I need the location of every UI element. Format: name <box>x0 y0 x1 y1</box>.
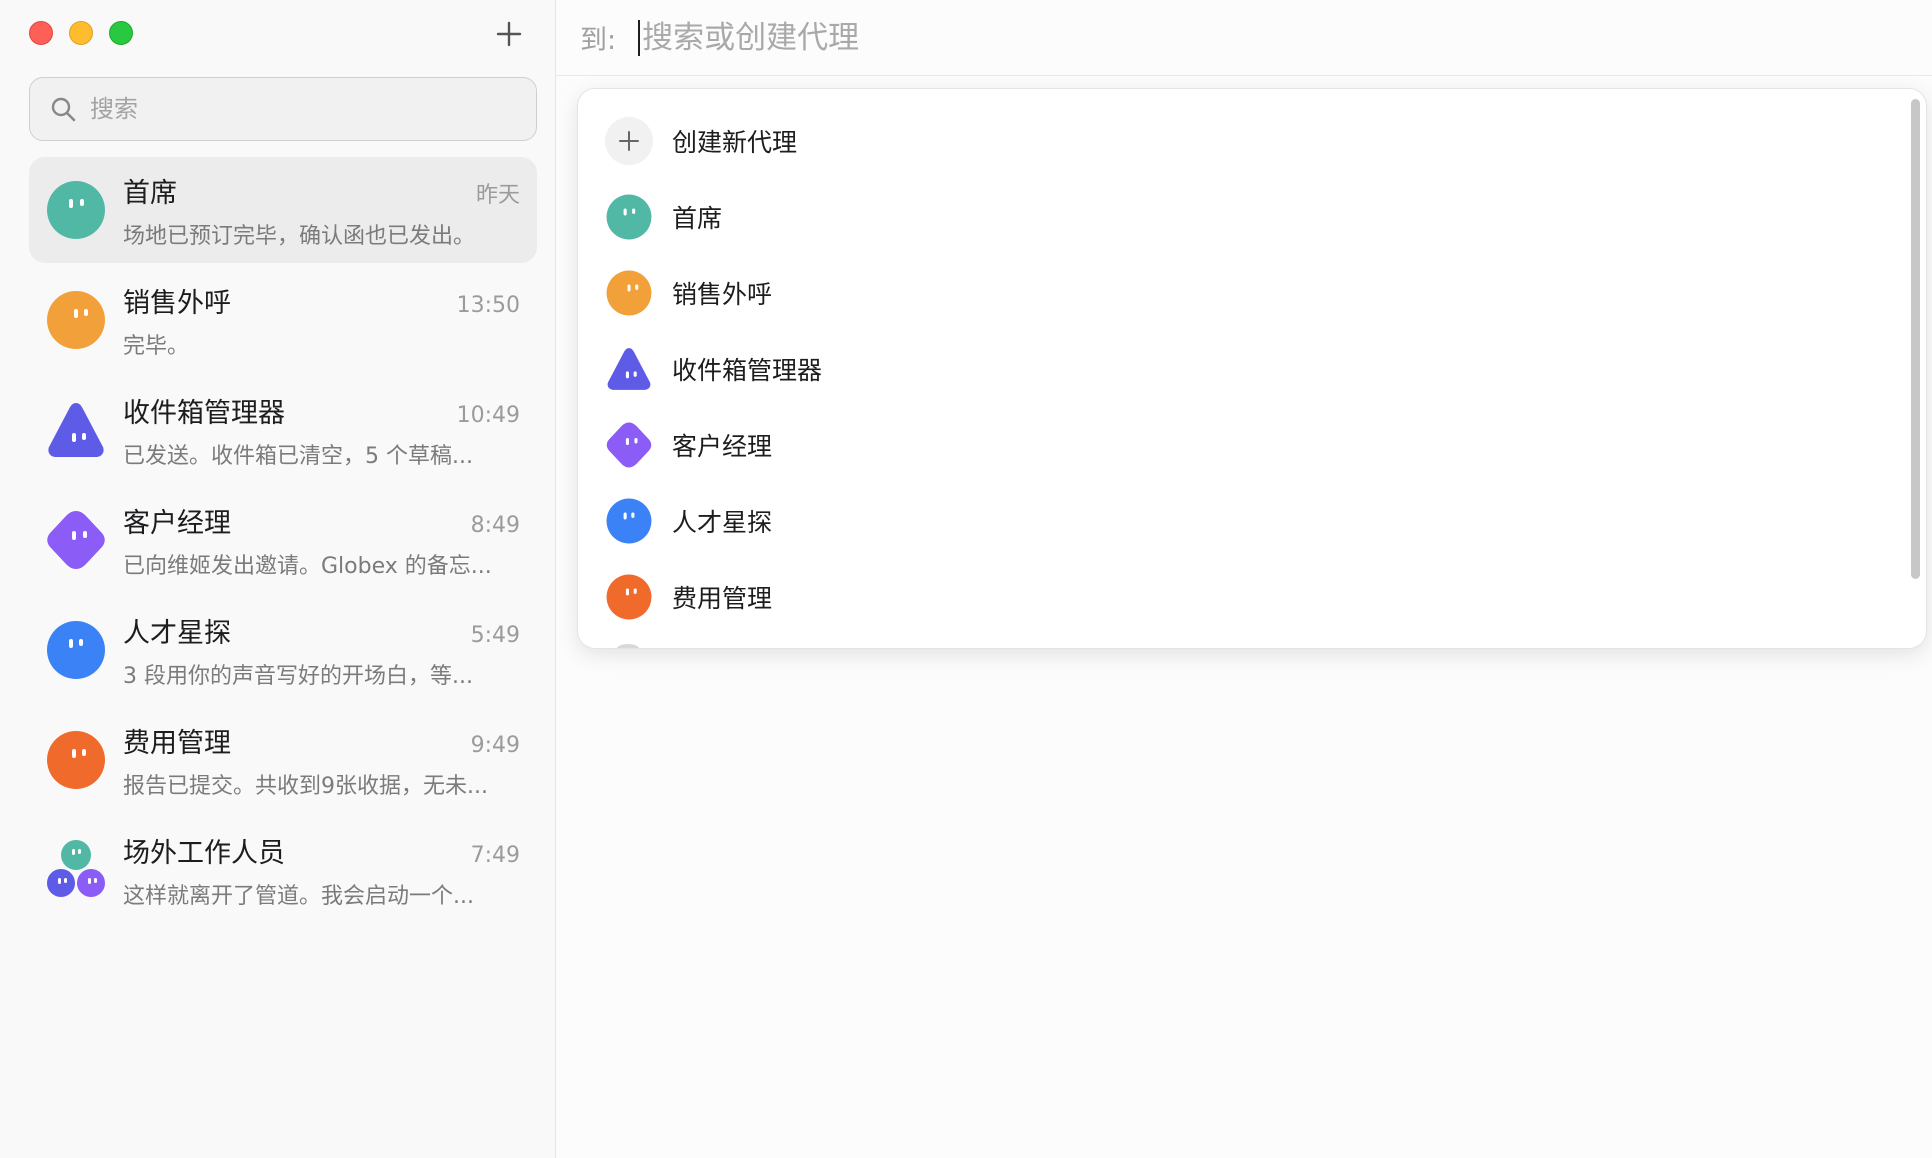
partial-next-item <box>616 644 640 648</box>
maximize-window-button[interactable] <box>109 21 133 45</box>
conversation-item[interactable]: 首席 昨天 场地已预订完毕，确认函也已发出。 <box>29 157 537 263</box>
conversation-item[interactable]: 收件箱管理器 10:49 已发送。收件箱已清空，5 个草稿... <box>29 377 537 483</box>
teal-circle-icon <box>45 179 107 241</box>
agent-name: 人才星探 <box>672 508 773 537</box>
blue-circle-icon <box>605 497 653 545</box>
minimize-window-button[interactable] <box>69 21 93 45</box>
conversation-preview: 场地已预订完毕，确认函也已发出。 <box>123 223 476 249</box>
conversation-preview: 这样就离开了管道。我会启动一个... <box>123 883 474 909</box>
red-orange-circle-icon <box>45 729 107 791</box>
agent-name: 销售外呼 <box>672 280 773 309</box>
conversation-preview: 已向维姬发出邀请。Globex 的备忘... <box>123 553 492 579</box>
conversation-preview: 3 段用你的声音写好的开场白，等... <box>123 663 473 689</box>
indigo-triangle-icon <box>605 345 653 393</box>
dropdown-scrollbar[interactable] <box>1911 99 1920 579</box>
agent-name: 客户经理 <box>672 432 773 461</box>
conversation-name: 收件箱管理器 <box>123 397 285 429</box>
plus-icon <box>605 117 653 165</box>
blue-circle-icon <box>45 619 107 681</box>
red-orange-circle-icon <box>605 573 653 621</box>
group-avatar-icon <box>45 839 107 901</box>
recipient-bar: 到: <box>556 0 1932 76</box>
conversation-preview: 报告已提交。共收到9张收据，无未... <box>123 773 488 799</box>
agent-option[interactable]: 费用管理 <box>578 559 1926 635</box>
search-icon <box>51 97 76 122</box>
agent-dropdown: 创建新代理 首席 销售外呼 收件箱管理器 客户经理 人才星探 费用管理 <box>577 88 1927 649</box>
app-window: 首席 昨天 场地已预订完毕，确认函也已发出。 销售外 <box>0 0 1932 1158</box>
conversation-name: 首席 <box>123 177 177 209</box>
conversation-item[interactable]: 人才星探 5:49 3 段用你的声音写好的开场白，等... <box>29 597 537 703</box>
purple-diamond-icon <box>45 509 107 571</box>
sidebar-search[interactable] <box>29 77 537 141</box>
conversation-item[interactable]: 销售外呼 13:50 完毕。 <box>29 267 537 373</box>
conversation-name: 销售外呼 <box>123 287 231 319</box>
conversation-item[interactable]: 场外工作人员 7:49 这样就离开了管道。我会启动一个... <box>29 817 537 923</box>
plus-icon <box>496 21 522 47</box>
window-controls <box>29 21 133 45</box>
conversation-name: 场外工作人员 <box>123 837 285 869</box>
agent-name: 首席 <box>672 204 723 233</box>
agent-name: 收件箱管理器 <box>672 356 823 385</box>
indigo-triangle-icon <box>45 399 107 461</box>
agent-option[interactable]: 收件箱管理器 <box>578 331 1926 407</box>
main-panel: 到: 创建新代理 <box>556 0 1932 1158</box>
conversation-time: 13:50 <box>456 292 520 318</box>
purple-diamond-icon <box>605 421 653 469</box>
conversation-list: 首席 昨天 场地已预订完毕，确认函也已发出。 销售外呼 13:50 完毕。 收件… <box>29 157 537 927</box>
create-agent-option[interactable]: 创建新代理 <box>578 103 1926 179</box>
agent-option[interactable]: 销售外呼 <box>578 255 1926 331</box>
conversation-name: 客户经理 <box>123 507 231 539</box>
conversation-preview: 完毕。 <box>123 333 190 359</box>
conversation-item[interactable]: 客户经理 8:49 已向维姬发出邀请。Globex 的备忘... <box>29 487 537 593</box>
sidebar: 首席 昨天 场地已预订完毕，确认函也已发出。 销售外 <box>0 0 556 1158</box>
create-agent-label: 创建新代理 <box>672 128 798 157</box>
conversation-time: 9:49 <box>470 732 520 758</box>
agent-option[interactable]: 客户经理 <box>578 407 1926 483</box>
close-window-button[interactable] <box>29 21 53 45</box>
recipient-search-input[interactable] <box>642 19 1543 56</box>
orange-circle-icon <box>605 269 653 317</box>
orange-circle-icon <box>45 289 107 351</box>
conversation-preview: 已发送。收件箱已清空，5 个草稿... <box>123 443 473 469</box>
conversation-time: 10:49 <box>456 402 520 428</box>
conversation-item[interactable]: 费用管理 9:49 报告已提交。共收到9张收据，无未... <box>29 707 537 813</box>
agent-option[interactable]: 人才星探 <box>578 483 1926 559</box>
new-conversation-button[interactable] <box>489 14 529 54</box>
conversation-name: 费用管理 <box>123 727 231 759</box>
text-caret <box>638 19 641 56</box>
agent-option[interactable]: 首席 <box>578 179 1926 255</box>
conversation-name: 人才星探 <box>123 617 231 649</box>
conversation-time: 5:49 <box>470 622 520 648</box>
agent-name: 费用管理 <box>672 584 773 613</box>
to-label: 到: <box>580 25 617 56</box>
conversation-time: 7:49 <box>470 842 520 868</box>
conversation-time: 昨天 <box>475 182 520 208</box>
sidebar-search-input[interactable] <box>90 95 510 123</box>
conversation-time: 8:49 <box>470 512 520 538</box>
teal-circle-icon <box>605 193 653 241</box>
